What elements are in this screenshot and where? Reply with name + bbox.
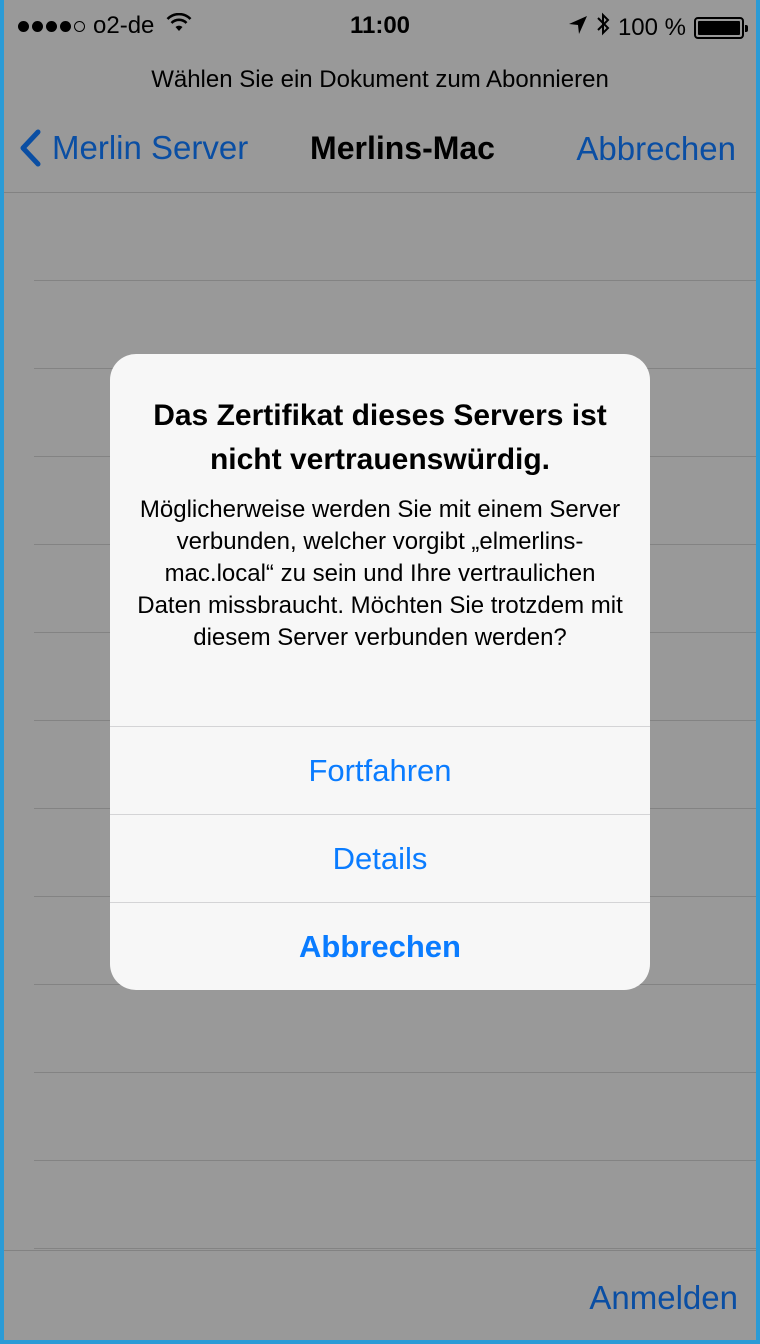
status-right: 100 % [568,12,748,43]
login-button[interactable]: Anmelden [589,1279,738,1317]
details-button[interactable]: Details [110,814,650,903]
certificate-alert: Das Zertifikat dieses Servers ist nicht … [110,354,650,990]
list-separator [34,1248,756,1249]
alert-cancel-button[interactable]: Abbrechen [110,902,650,990]
alert-title: Das Zertifikat dieses Servers ist nicht … [153,399,607,476]
battery-icon [694,16,748,39]
list-separator [34,280,756,281]
battery-percentage: 100 % [617,13,686,41]
picker-prompt: Wählen Sie ein Dokument zum Abonnieren [151,66,609,93]
location-icon [568,14,588,42]
alert-message: Möglicherweise werden Sie mit einem Serv… [137,496,623,651]
navigation-bar: Merlin Server Merlins-Mac Abbrechen [4,118,756,193]
bottom-toolbar: Anmelden [4,1250,756,1340]
list-separator [34,1160,756,1161]
status-bar: o2-de 11:00 100 % [4,0,756,54]
continue-button[interactable]: Fortfahren [110,726,650,815]
screen: o2-de 11:00 100 % Wählen Sie ein Dokumen… [4,0,756,1340]
bluetooth-icon [596,12,610,43]
list-separator [34,1072,756,1073]
nav-cancel-button[interactable]: Abbrechen [576,130,736,168]
